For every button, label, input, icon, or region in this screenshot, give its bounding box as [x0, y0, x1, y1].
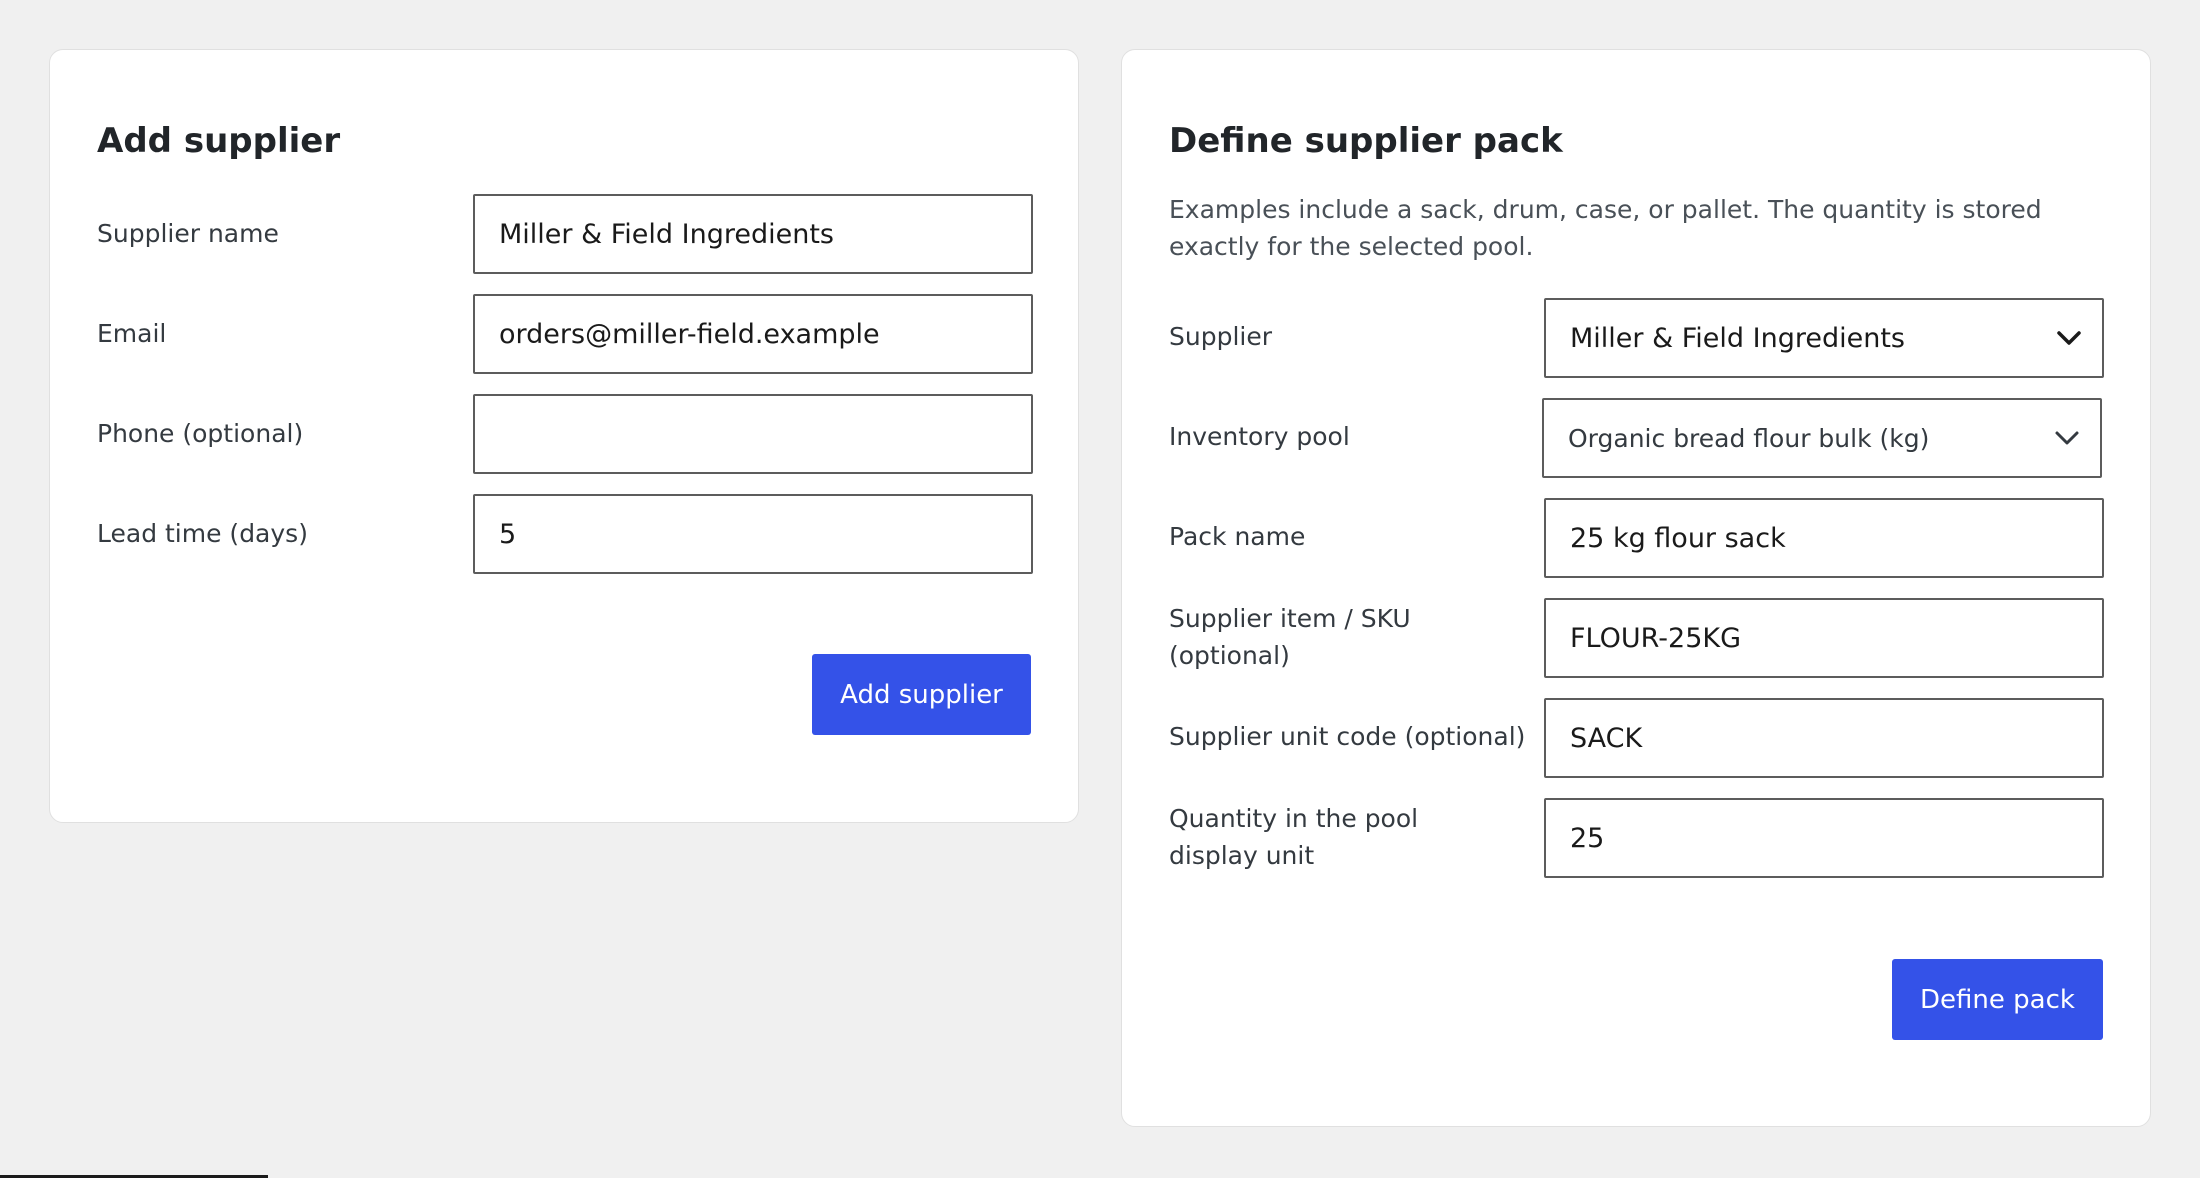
supplier-name-label: Supplier name — [97, 219, 279, 248]
unit-code-label: Supplier unit code (optional) — [1169, 722, 1526, 751]
supplier-select[interactable]: Miller & Field Ingredients — [1544, 298, 2104, 378]
sku-label: Supplier item / SKU (optional) — [1169, 604, 1411, 670]
unit-code-input[interactable] — [1544, 698, 2104, 778]
add-supplier-title: Add supplier — [97, 121, 341, 161]
sku-input[interactable] — [1544, 598, 2104, 678]
supplier-select-label: Supplier — [1169, 322, 1273, 351]
define-pack-card: Define supplier pack Examples include a … — [1121, 49, 2151, 1127]
quantity-input[interactable] — [1544, 798, 2104, 878]
inventory-pool-select-value: Organic bread flour bulk (kg) — [1568, 423, 1930, 453]
quantity-label: Quantity in the pool display unit — [1169, 804, 1419, 870]
chevron-down-icon — [2055, 431, 2079, 445]
lead-time-input[interactable] — [473, 494, 1033, 574]
pack-name-input[interactable] — [1544, 498, 2104, 578]
phone-label: Phone (optional) — [97, 419, 304, 448]
inventory-pool-label: Inventory pool — [1169, 422, 1350, 451]
supplier-name-input[interactable] — [473, 194, 1033, 274]
add-supplier-card: Add supplier Supplier name Email Phone (… — [49, 49, 1079, 823]
supplier-select-value: Miller & Field Ingredients — [1570, 322, 1905, 354]
define-pack-description: Examples include a sack, drum, case, or … — [1169, 195, 2042, 261]
add-supplier-button[interactable]: Add supplier — [812, 654, 1031, 735]
inventory-pool-select[interactable]: Organic bread flour bulk (kg) — [1542, 398, 2102, 478]
define-pack-title: Define supplier pack — [1169, 121, 1563, 161]
pack-name-label: Pack name — [1169, 522, 1306, 551]
email-input[interactable] — [473, 294, 1033, 374]
chevron-down-icon — [2057, 331, 2081, 345]
email-label: Email — [97, 319, 167, 348]
lead-time-label: Lead time (days) — [97, 519, 308, 548]
define-pack-button[interactable]: Define pack — [1892, 959, 2103, 1040]
phone-input[interactable] — [473, 394, 1033, 474]
